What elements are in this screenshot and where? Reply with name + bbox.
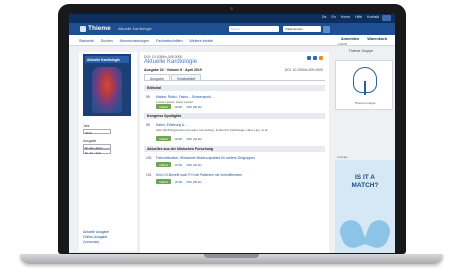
- article-authors: Lothar Lippert, Hans Lippert: [156, 99, 194, 104]
- section-heading: Aktuelles aus der klinischen Forschung: [144, 146, 325, 152]
- share-icons: [307, 56, 323, 60]
- article-authors: AHA 2018 Ergebnisse kompakt, Henneberg, …: [156, 127, 269, 132]
- cart-link[interactable]: Warenkorb: [367, 37, 387, 41]
- pdf-link[interactable]: PDF (92 kb): [187, 163, 202, 167]
- search-input[interactable]: Suche: [229, 26, 279, 32]
- search-scope-select[interactable]: Volltextsuche: [283, 26, 321, 32]
- issue-option[interactable]: Nr. 01 · Feb: [83, 149, 111, 155]
- html-link[interactable]: HTML: [175, 105, 183, 109]
- nav-item[interactable]: Neuerscheinungen: [120, 39, 149, 43]
- tab-ausgabe[interactable]: Ausgabe: [144, 74, 170, 81]
- fulltext-button[interactable]: Volltext: [156, 104, 172, 109]
- pdf-link[interactable]: PDF (80 kb): [187, 180, 202, 184]
- thieme-logo-icon: [80, 26, 86, 32]
- search-placeholder: Suche: [231, 27, 240, 31]
- page-number: 100: [146, 156, 152, 160]
- journal-cover[interactable]: Aktuelle Kardiologie: [83, 54, 131, 116]
- section-title: Aktuelle Kardiologie: [118, 26, 152, 31]
- article-title[interactable]: Marker, Risiko, Faktor – Schwerpunkt …: [156, 95, 215, 99]
- topbar-link[interactable]: En: [331, 15, 335, 19]
- main-nav: Startseite Suchen Neuerscheinungen Fachz…: [69, 35, 395, 46]
- nav-item[interactable]: Fachzeitschriften: [156, 39, 182, 43]
- html-link[interactable]: HTML: [175, 137, 183, 141]
- tab-vorabartikel[interactable]: Vorabartikel: [170, 74, 202, 81]
- topbar-link[interactable]: Hilfe: [355, 15, 362, 19]
- left-sidebar: Aktuelle Kardiologie Jahr 2019 Ausgabe N…: [79, 52, 137, 251]
- nav-item[interactable]: Suchen: [101, 39, 113, 43]
- login-link[interactable]: Anmelden: [341, 37, 359, 41]
- page-number: 101: [146, 173, 152, 177]
- fulltext-button[interactable]: Volltext: [156, 136, 172, 141]
- screen: De En Home Hilfe Kontakt Thieme Aktuelle…: [69, 14, 395, 253]
- tree-trunk-icon: [364, 81, 366, 95]
- pdf-link[interactable]: PDF (80 kb): [187, 105, 202, 109]
- main-content: DOI: 10.1055/s-005-0000 Aktuelle Kardiol…: [140, 52, 329, 253]
- issue-info: Ausgabe 02 · Volume 8 · April 2019: [144, 68, 202, 72]
- advertisement-banner[interactable]: IS IT A MATCH?: [335, 160, 395, 253]
- utility-bar: De En Home Hilfe Kontakt: [69, 14, 395, 23]
- topbar-button[interactable]: [382, 15, 391, 21]
- heart-right-shape: [362, 217, 394, 251]
- ad-label: Anzeige: [337, 155, 348, 159]
- html-link[interactable]: HTML: [175, 180, 183, 184]
- heart-left-shape: [336, 217, 368, 251]
- article-actions: Volltext HTML PDF (81 kb): [156, 136, 202, 141]
- article-actions: Volltext HTML PDF (80 kb): [156, 104, 202, 109]
- issue-label: Ausgabe: [83, 139, 97, 143]
- login-sub: LOGIN: [337, 41, 347, 46]
- sidebar-link[interactable]: Aktuelle Ausgabe: [83, 230, 109, 234]
- issue-doi: DOI: 10.1055/s-005-0000: [284, 68, 323, 72]
- html-link[interactable]: HTML: [175, 163, 183, 167]
- article-actions: Volltext HTML PDF (80 kb): [156, 179, 202, 184]
- topbar-link[interactable]: De: [322, 15, 326, 19]
- publisher-logo-box[interactable]: Thieme Gruppe: [335, 60, 393, 110]
- year-label: Jahr: [83, 124, 90, 128]
- topbar-link[interactable]: Kontakt: [367, 15, 379, 19]
- cover-heart-image: [92, 67, 122, 113]
- email-icon[interactable]: [313, 56, 317, 60]
- site-header: Thieme Aktuelle Kardiologie Suche Vollte…: [69, 23, 395, 35]
- article-title[interactable]: Kein CV-Benefit nach PCI bei Patienten m…: [156, 173, 242, 177]
- logo-caption: Thieme Gruppe: [354, 101, 376, 105]
- journal-title: Aktuelle Kardiologie: [144, 59, 198, 65]
- laptop-notch: [204, 254, 259, 258]
- article-title[interactable]: Fixkombination: Wirksamer Blutdruckpatie…: [156, 156, 255, 160]
- ad-headline: IS IT A MATCH?: [351, 174, 379, 189]
- section-heading: Kongress Spotlights: [144, 113, 325, 119]
- share-icon[interactable]: [307, 56, 311, 60]
- camera-dot: [230, 7, 233, 10]
- page-number: 95: [146, 95, 150, 99]
- article-title[interactable]: Daten, Erfahrung & …: [156, 123, 188, 127]
- article-actions: Volltext HTML PDF (92 kb): [156, 162, 202, 167]
- fulltext-button[interactable]: Volltext: [156, 162, 172, 167]
- search-button[interactable]: [323, 25, 330, 33]
- sidebar-link[interactable]: Online-Ausgabe: [83, 235, 107, 239]
- topbar-link[interactable]: Home: [341, 15, 350, 19]
- site-logo[interactable]: Thieme: [88, 25, 111, 32]
- cover-title: Aktuelle Kardiologie: [85, 56, 129, 63]
- sidebar-link[interactable]: (Vorschau): [83, 240, 99, 244]
- rss-icon[interactable]: [319, 56, 323, 60]
- page-number: 98: [146, 123, 150, 127]
- tab-bar: Ausgabe Vorabartikel: [144, 74, 325, 81]
- year-select[interactable]: 2019: [83, 129, 111, 135]
- nav-item[interactable]: Startseite: [79, 39, 94, 43]
- laptop-scene: De En Home Hilfe Kontakt Thieme Aktuelle…: [0, 0, 463, 272]
- right-column: Thieme Gruppe Anzeige IS IT A MATCH?: [333, 52, 395, 253]
- section-heading: Editorial: [144, 85, 325, 91]
- pdf-link[interactable]: PDF (81 kb): [187, 137, 202, 141]
- fulltext-button[interactable]: Volltext: [156, 179, 172, 184]
- nav-item[interactable]: Weitere Inhalte: [190, 39, 213, 43]
